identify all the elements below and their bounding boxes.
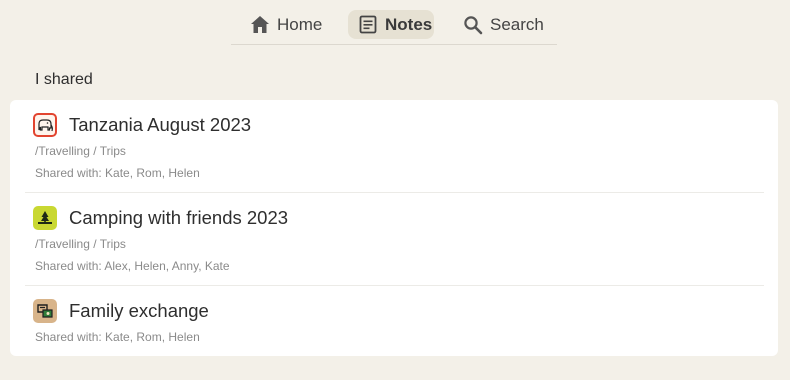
tab-search[interactable]: Search xyxy=(462,10,544,39)
note-title: Camping with friends 2023 xyxy=(69,207,289,228)
campfire-icon xyxy=(33,206,57,230)
tab-notes-label: Notes xyxy=(385,14,433,34)
note-title: Family exchange xyxy=(69,300,209,321)
tab-home[interactable]: Home xyxy=(249,10,322,39)
search-icon xyxy=(462,14,484,36)
top-navigation: Home Notes Search xyxy=(231,0,557,45)
tab-notes[interactable]: Notes xyxy=(348,10,434,39)
section-title: I shared xyxy=(35,71,93,88)
list-item[interactable]: Camping with friends 2023 /Travelling / … xyxy=(25,193,764,286)
list-item[interactable]: Family exchange Shared with: Kate, Rom, … xyxy=(25,286,764,356)
note-title: Tanzania August 2023 xyxy=(69,114,252,135)
tab-search-label: Search xyxy=(490,14,544,34)
list-item[interactable]: Tanzania August 2023 /Travelling / Trips… xyxy=(25,100,764,193)
elephant-icon xyxy=(33,113,57,137)
shared-notes-list: Tanzania August 2023 /Travelling / Trips… xyxy=(10,100,778,356)
note-path: /Travelling / Trips xyxy=(35,237,126,251)
notes-icon xyxy=(357,14,379,36)
tab-home-label: Home xyxy=(277,14,323,34)
note-shared-with: Shared with: Alex, Helen, Anny, Kate xyxy=(35,259,230,273)
exchange-icon xyxy=(33,299,57,323)
note-path: /Travelling / Trips xyxy=(35,144,126,158)
home-icon xyxy=(249,14,271,36)
note-shared-with: Shared with: Kate, Rom, Helen xyxy=(35,330,200,344)
note-shared-with: Shared with: Kate, Rom, Helen xyxy=(35,166,200,180)
